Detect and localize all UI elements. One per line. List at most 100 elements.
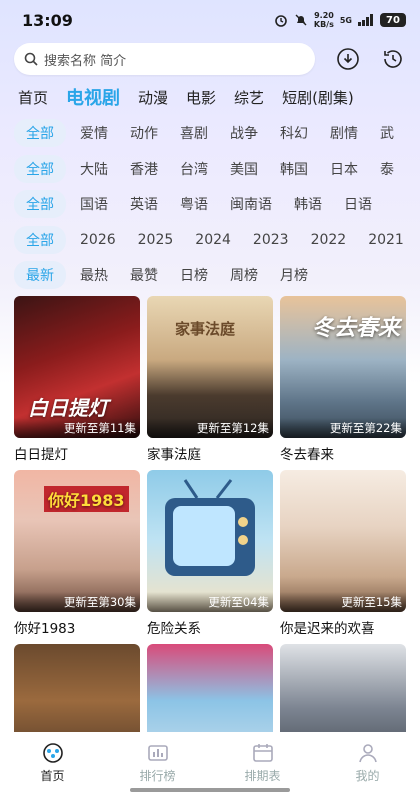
year-chip[interactable]: 2023: [253, 232, 289, 248]
poster-overlay-title: 家事法庭: [175, 320, 236, 338]
show-card[interactable]: 你好1983 更新至第30集 你好1983: [14, 470, 140, 637]
poster-overlay-title: 白日提灯: [28, 396, 108, 420]
language-chip[interactable]: 闽南语: [230, 194, 272, 214]
language-chip[interactable]: 英语: [130, 194, 158, 214]
region-chip[interactable]: 香港: [130, 159, 158, 179]
history-button[interactable]: [380, 46, 406, 72]
episode-badge: 更新至第11集: [14, 418, 140, 438]
sort-chip[interactable]: 最赞: [130, 265, 158, 285]
sort-chip[interactable]: 最热: [80, 265, 108, 285]
language-chip[interactable]: 粤语: [180, 194, 208, 214]
tab-short-drama[interactable]: 短剧(剧集): [282, 87, 354, 108]
show-title: 冬去春来: [280, 447, 334, 463]
profile-icon: [358, 744, 377, 763]
genre-chip[interactable]: 战争: [230, 123, 258, 143]
region-chip[interactable]: 日本: [330, 159, 358, 179]
genre-filter-row: 全部 爱情 动作 喜剧 战争 科幻 剧情 武: [0, 119, 420, 147]
sort-chip[interactable]: 周榜: [230, 265, 258, 285]
schedule-icon: [252, 744, 273, 762]
nav-profile[interactable]: 我的: [315, 732, 420, 800]
language-chip[interactable]: 韩语: [294, 194, 322, 214]
region-filter-row: 全部 大陆 香港 台湾 美国 韩国 日本 泰: [0, 155, 420, 183]
sort-chip[interactable]: 月榜: [280, 265, 308, 285]
nav-label: 排期表: [244, 769, 281, 783]
nav-home[interactable]: 首页: [0, 732, 105, 800]
episode-badge: 更新至第30集: [14, 592, 140, 612]
genre-chip[interactable]: 爱情: [80, 123, 108, 143]
download-icon: [336, 48, 359, 70]
genre-chip[interactable]: 喜剧: [180, 123, 208, 143]
poster-overlay-title: 你好1983: [44, 486, 129, 512]
poster-image: 白日提灯 更新至第11集: [14, 296, 140, 438]
show-card[interactable]: 更新至04集 危险关系: [147, 470, 273, 637]
show-title: 你是迟来的欢喜: [280, 621, 375, 637]
signal-icon: [358, 14, 373, 26]
genre-chip[interactable]: 科幻: [280, 123, 308, 143]
language-chip[interactable]: 全部: [14, 190, 66, 218]
search-placeholder: 搜索名称 简介: [44, 53, 127, 69]
genre-chip[interactable]: 动作: [130, 123, 158, 143]
nav-label: 首页: [40, 769, 65, 783]
region-chip[interactable]: 泰: [380, 159, 394, 179]
sort-chip[interactable]: 日榜: [180, 265, 208, 285]
region-chip[interactable]: 台湾: [180, 159, 208, 179]
year-chip[interactable]: 2024: [195, 232, 231, 248]
poster-image: 冬去春来 更新至第22集: [280, 296, 406, 438]
language-chip[interactable]: 日语: [344, 194, 372, 214]
history-icon: [384, 50, 402, 68]
show-title: 家事法庭: [147, 447, 201, 463]
episode-badge: 更新至第12集: [147, 418, 273, 438]
episode-badge: 更新至15集: [280, 592, 406, 612]
nav-label: 排行榜: [139, 769, 176, 783]
show-card[interactable]: 白日提灯 更新至第11集 白日提灯: [14, 296, 140, 463]
tab-variety[interactable]: 综艺: [234, 87, 264, 108]
region-chip[interactable]: 美国: [230, 159, 258, 179]
genre-chip[interactable]: 剧情: [330, 123, 358, 143]
show-card[interactable]: 更新至15集 你是迟来的欢喜: [280, 470, 406, 637]
poster-image: 你好1983 更新至第30集: [14, 470, 140, 612]
show-title: 白日提灯: [14, 447, 68, 463]
year-chip[interactable]: 2021: [368, 232, 404, 248]
genre-chip[interactable]: 全部: [14, 119, 66, 147]
home-indicator[interactable]: [130, 788, 290, 792]
poster-image: 家事法庭 更新至第12集: [147, 296, 273, 438]
episode-badge: 更新至04集: [147, 592, 273, 612]
search-row: 搜索名称 简介: [14, 42, 406, 76]
sort-chip[interactable]: 最新: [14, 261, 66, 289]
battery-icon: 70: [380, 13, 406, 27]
poster-overlay-title: 冬去春来: [312, 316, 401, 341]
genre-chip[interactable]: 武: [380, 123, 394, 143]
language-chip[interactable]: 国语: [80, 194, 108, 214]
show-title: 危险关系: [147, 621, 201, 637]
region-chip[interactable]: 大陆: [80, 159, 108, 179]
year-chip[interactable]: 全部: [14, 226, 66, 254]
ranking-icon: [147, 745, 168, 761]
main-tabs: 首页 电视剧 动漫 电影 综艺 短剧(剧集): [0, 82, 420, 112]
year-chip[interactable]: 2025: [138, 232, 174, 248]
year-chip[interactable]: 2026: [80, 232, 116, 248]
search-input[interactable]: 搜索名称 简介: [14, 43, 315, 75]
alarm-icon: [275, 15, 287, 27]
year-chip[interactable]: 2022: [311, 232, 347, 248]
episode-badge: 更新至第22集: [280, 418, 406, 438]
status-time: 13:09: [22, 10, 73, 30]
show-card[interactable]: 家事法庭 更新至第12集 家事法庭: [147, 296, 273, 463]
tab-movie[interactable]: 电影: [186, 87, 216, 108]
home-icon: [42, 743, 63, 763]
download-button[interactable]: [335, 46, 361, 72]
tab-home[interactable]: 首页: [18, 87, 48, 108]
year-filter-row: 全部 2026 2025 2024 2023 2022 2021: [0, 226, 420, 254]
sort-filter-row: 最新 最热 最赞 日榜 周榜 月榜: [0, 261, 420, 289]
tab-tv[interactable]: 电视剧: [66, 84, 120, 110]
status-icons: 9.20 KB/s 5G 70: [274, 11, 406, 29]
signal-label: 5G: [339, 15, 352, 25]
region-chip[interactable]: 全部: [14, 155, 66, 183]
search-icon: [24, 52, 38, 66]
show-card[interactable]: 冬去春来 更新至第22集 冬去春来: [280, 296, 406, 463]
net-speed: 9.20 KB/s: [313, 11, 334, 29]
tv-illustration: [165, 479, 255, 576]
mute-icon: [295, 14, 307, 26]
poster-image: 更新至04集: [147, 470, 273, 612]
region-chip[interactable]: 韩国: [280, 159, 308, 179]
tab-anime[interactable]: 动漫: [138, 87, 168, 108]
